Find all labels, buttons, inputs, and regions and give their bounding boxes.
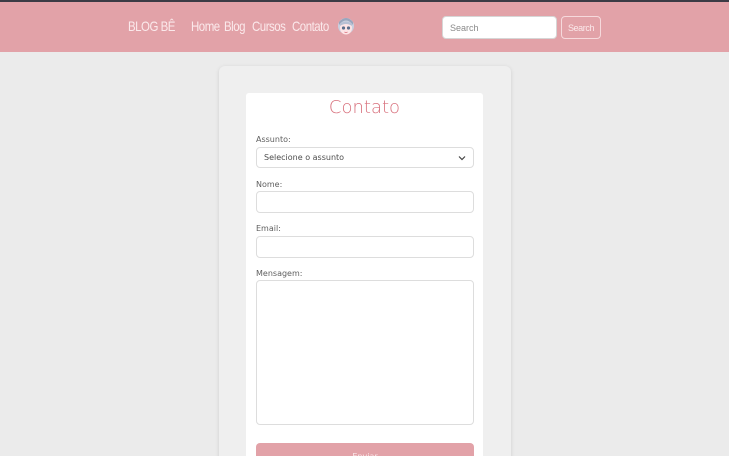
- brand-logo[interactable]: BLOG BÊ: [128, 18, 175, 34]
- anime-avatar-icon: [338, 18, 354, 35]
- nav-link-blog[interactable]: Blog: [224, 18, 245, 34]
- nav-link-cursos[interactable]: Cursos: [252, 18, 286, 34]
- email-label: Email:: [256, 224, 281, 233]
- submit-button[interactable]: Enviar: [256, 443, 474, 456]
- nome-field[interactable]: [256, 191, 474, 213]
- nav-link-home[interactable]: Home: [191, 18, 220, 34]
- assunto-select[interactable]: Selecione o assunto: [256, 147, 474, 168]
- assunto-label: Assunto:: [256, 135, 291, 144]
- email-field[interactable]: [256, 236, 474, 258]
- page-title: Contato: [328, 97, 401, 118]
- mensagem-textarea[interactable]: [256, 280, 474, 425]
- nav-link-contato[interactable]: Contato: [292, 18, 329, 34]
- nome-label: Nome:: [256, 180, 283, 189]
- assunto-selected-value: Selecione o assunto: [264, 153, 345, 162]
- navbar: BLOG BÊ Home Blog Cursos Contato Search: [0, 2, 729, 52]
- search-button[interactable]: Search: [561, 16, 601, 39]
- mensagem-label: Mensagem:: [256, 269, 303, 278]
- chevron-down-icon: [458, 156, 466, 161]
- search-input[interactable]: [442, 16, 557, 39]
